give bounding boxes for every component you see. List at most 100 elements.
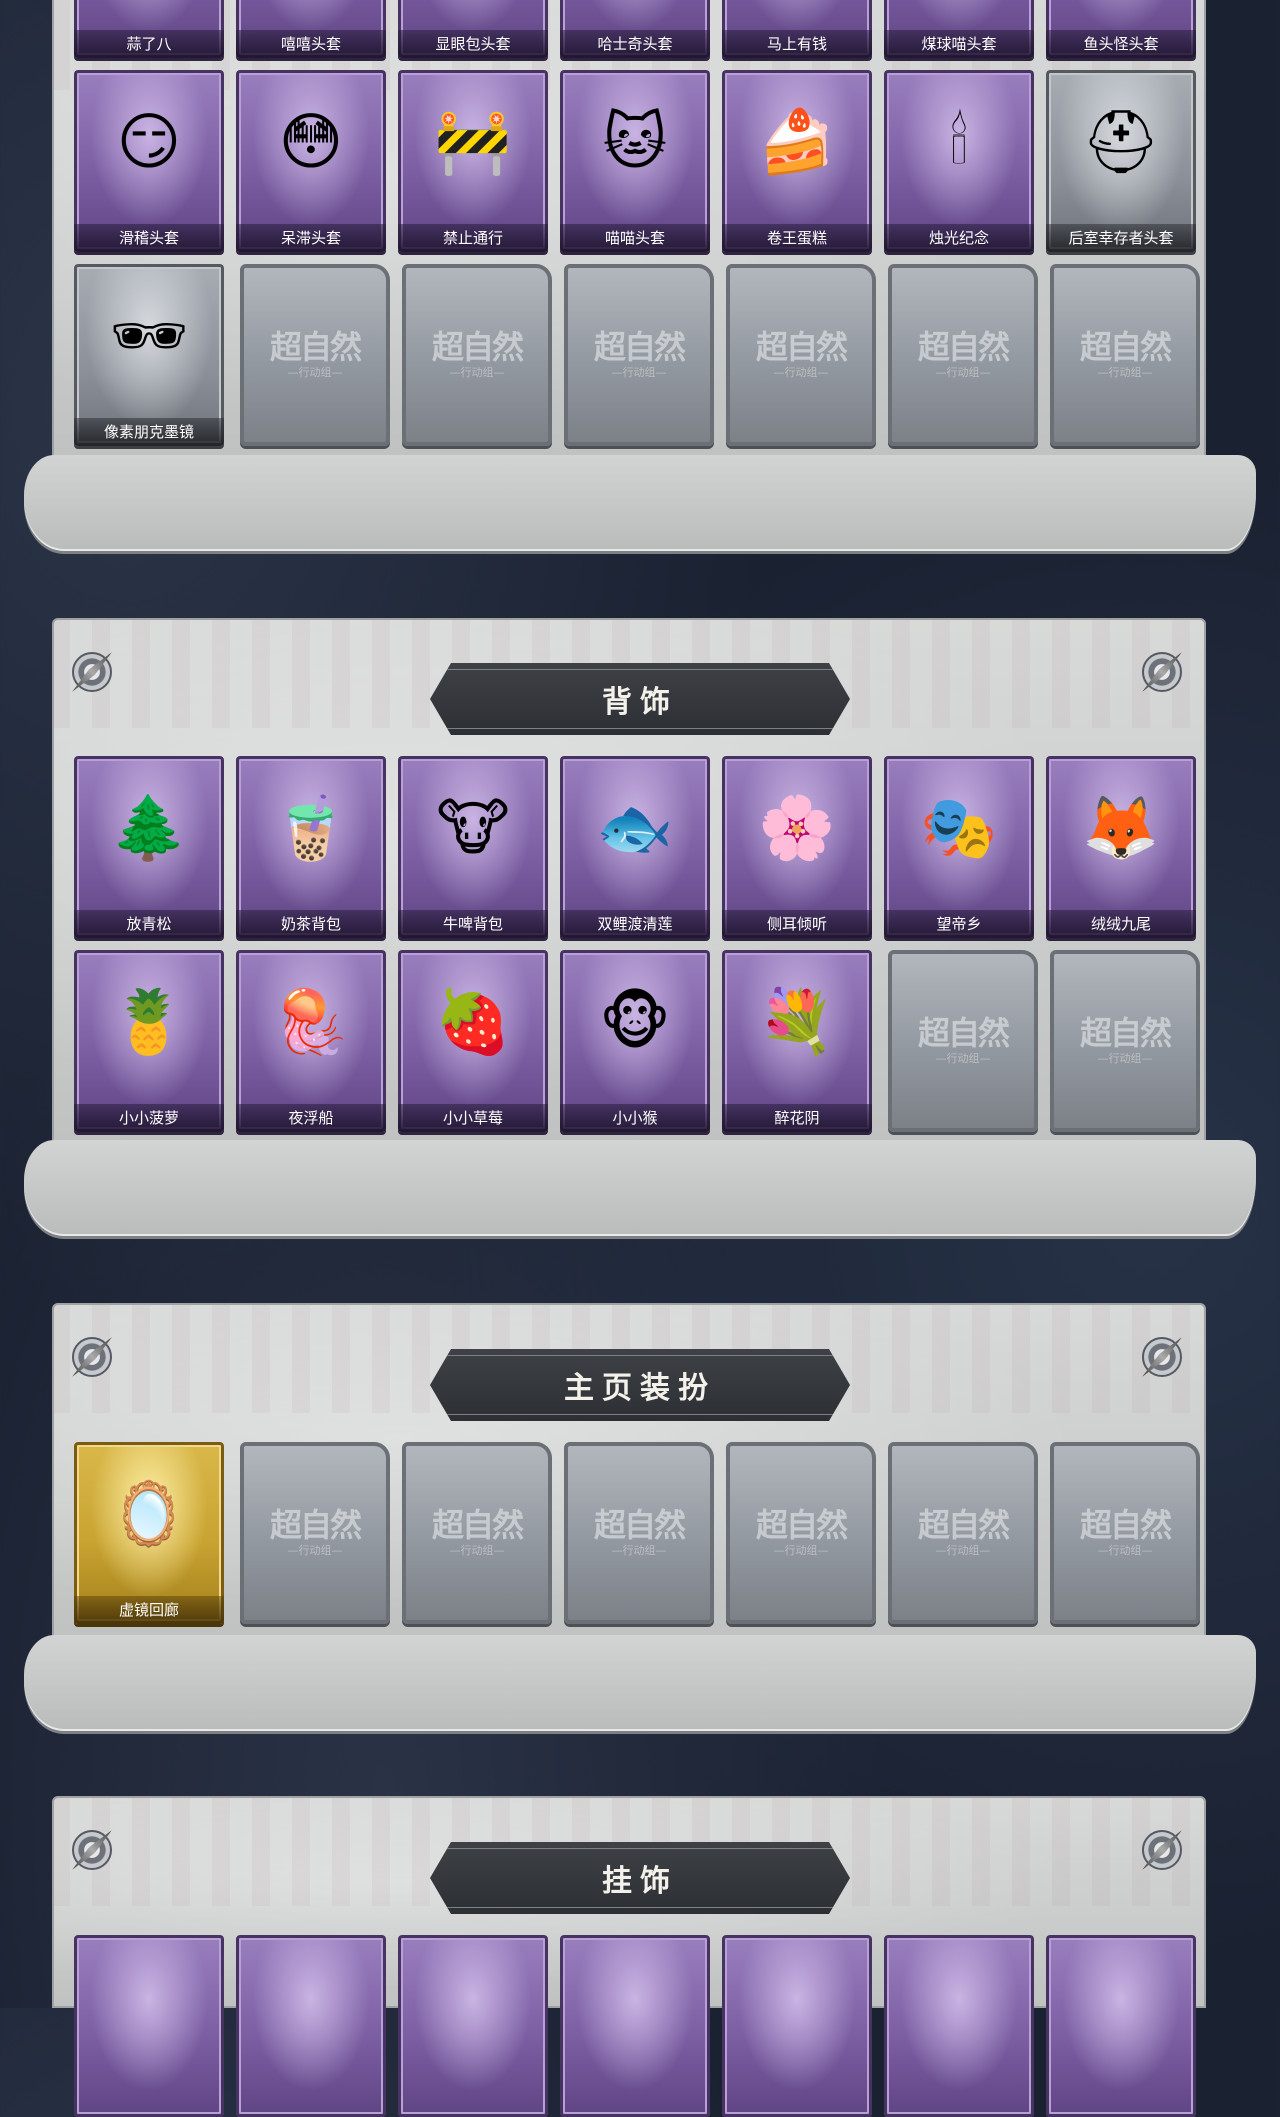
section-banner: 主页装扮	[430, 1349, 850, 1421]
koi-lotus-icon: 🐟	[596, 791, 674, 864]
item-label: 小小菠萝	[74, 1104, 224, 1132]
watermark-sub: —行动组—	[773, 366, 829, 379]
item-card[interactable]	[722, 1935, 872, 2117]
item-card[interactable]: 🦊 绒绒九尾	[1046, 756, 1196, 938]
nine-tail-fox-icon: 🦊	[1082, 791, 1160, 864]
empty-slot: 超自然 —行动组—	[240, 264, 390, 446]
item-card[interactable]: 🚧 禁止通行	[398, 70, 548, 252]
item-card[interactable]: 🎭 望帝乡	[884, 756, 1034, 938]
item-card[interactable]: 煤球喵头套	[884, 0, 1034, 58]
opera-character-icon: 🎭	[920, 791, 998, 864]
item-card[interactable]: 🕶 像素朋克墨镜	[74, 264, 224, 446]
item-card[interactable]	[560, 1935, 710, 2117]
section-title: 挂饰	[602, 1864, 678, 1899]
item-card[interactable]	[236, 1935, 386, 2117]
item-card[interactable]	[398, 1935, 548, 2117]
watermark-sub: —行动组—	[1097, 1052, 1153, 1065]
item-card[interactable]: ⛑ 后室幸存者头套	[1046, 70, 1196, 252]
watermark-sub: —行动组—	[611, 1544, 667, 1557]
item-card[interactable]: 🍍 小小菠萝	[74, 950, 224, 1132]
empty-slot: 超自然 —行动组—	[888, 950, 1038, 1132]
item-label: 绒绒九尾	[1046, 910, 1196, 938]
item-card[interactable]: 😳 呆滞头套	[236, 70, 386, 252]
section-banner: 挂饰	[430, 1842, 850, 1914]
empty-slot: 超自然 —行动组—	[402, 1442, 552, 1624]
item-card[interactable]: 🐟 双鲤渡清莲	[560, 756, 710, 938]
item-card[interactable]: 🐱 喵喵头套	[560, 70, 710, 252]
empty-slot: 超自然 —行动组—	[726, 1442, 876, 1624]
item-card[interactable]: 马上有钱	[722, 0, 872, 58]
watermark-logo: 超自然	[917, 1506, 1010, 1544]
watermark-logo: 超自然	[917, 328, 1010, 366]
item-card[interactable]: 🌸 侧耳倾听	[722, 756, 872, 938]
item-card[interactable]: 蒜了八	[74, 0, 224, 58]
watermark-sub: —行动组—	[287, 366, 343, 379]
compass-ornament-icon	[1142, 1337, 1182, 1377]
item-label: 醉花阴	[722, 1104, 872, 1132]
item-label: 蒜了八	[74, 30, 224, 58]
item-label: 显眼包头套	[398, 30, 548, 58]
item-card[interactable]: 🧋 奶茶背包	[236, 756, 386, 938]
watermark-logo: 超自然	[431, 1506, 524, 1544]
pineapple-doll-icon: 🍍	[110, 985, 188, 1058]
mirror-card-icon: 🪞	[110, 1477, 188, 1550]
item-card[interactable]: 🌲 放青松	[74, 756, 224, 938]
jellyfish-icon: 🪼	[272, 985, 350, 1058]
beer-barrel-cow-icon: 🐮	[436, 791, 510, 864]
item-label: 卷王蛋糕	[722, 224, 872, 252]
watermark-sub: —行动组—	[449, 1544, 505, 1557]
item-card[interactable]: 嘻嘻头套	[236, 0, 386, 58]
item-card[interactable]: 🐵 小小猴	[560, 950, 710, 1132]
watermark-sub: —行动组—	[287, 1544, 343, 1557]
flower-fan-icon: 💐	[758, 985, 836, 1058]
item-card[interactable]: 鱼头怪头套	[1046, 0, 1196, 58]
watermark-sub: —行动组—	[1097, 366, 1153, 379]
item-card[interactable]: 😏 滑稽头套	[74, 70, 224, 252]
watermark-sub: —行动组—	[449, 366, 505, 379]
item-label: 煤球喵头套	[884, 30, 1034, 58]
watermark-logo: 超自然	[431, 328, 524, 366]
milk-tea-backpack-icon: 🧋	[272, 791, 350, 864]
pixel-sunglasses-icon: 🕶	[109, 299, 189, 372]
item-card[interactable]: 🍰 卷王蛋糕	[722, 70, 872, 252]
compass-ornament-icon	[1142, 1830, 1182, 1870]
item-label: 鱼头怪头套	[1046, 30, 1196, 58]
item-card[interactable]: 🪞 虚镜回廊	[74, 1442, 224, 1624]
watermark-logo: 超自然	[1079, 1506, 1172, 1544]
scroll-bottom-edge	[24, 455, 1256, 551]
item-card[interactable]	[74, 1935, 224, 2117]
compass-ornament-icon	[72, 1337, 112, 1377]
item-card[interactable]	[884, 1935, 1034, 2117]
empty-slot: 超自然 —行动组—	[564, 1442, 714, 1624]
item-card[interactable]: 🕯 烛光纪念	[884, 70, 1034, 252]
watermark-logo: 超自然	[593, 1506, 686, 1544]
monkey-doll-icon: 🐵	[599, 985, 671, 1058]
watermark-logo: 超自然	[917, 1014, 1010, 1052]
item-label: 呆滞头套	[236, 224, 386, 252]
strawberry-doll-icon: 🍓	[434, 985, 512, 1058]
item-card[interactable]: 🪼 夜浮船	[236, 950, 386, 1132]
item-card[interactable]: 💐 醉花阴	[722, 950, 872, 1132]
item-label: 虚镜回廊	[74, 1596, 224, 1624]
item-card[interactable]	[1046, 1935, 1196, 2117]
watermark-logo: 超自然	[1079, 328, 1172, 366]
empty-slot: 超自然 —行动组—	[240, 1442, 390, 1624]
section-banner: 背饰	[430, 663, 850, 735]
empty-slot: 超自然 —行动组—	[888, 1442, 1038, 1624]
watermark-sub: —行动组—	[935, 1052, 991, 1065]
scroll-bottom-edge	[24, 1635, 1256, 1731]
item-label: 喵喵头套	[560, 224, 710, 252]
empty-slot: 超自然 —行动组—	[1050, 264, 1200, 446]
item-label: 放青松	[74, 910, 224, 938]
gas-mask-helmet-icon: ⛑	[1081, 105, 1161, 178]
item-card[interactable]: 🍓 小小草莓	[398, 950, 548, 1132]
item-card[interactable]: 哈士奇头套	[560, 0, 710, 58]
section-title: 主页装扮	[564, 1371, 716, 1406]
watermark-sub: —行动组—	[935, 366, 991, 379]
item-card[interactable]: 🐮 牛啤背包	[398, 756, 548, 938]
item-label: 小小草莓	[398, 1104, 548, 1132]
watermark-sub: —行动组—	[773, 1544, 829, 1557]
item-card[interactable]: 显眼包头套	[398, 0, 548, 58]
item-label: 望帝乡	[884, 910, 1034, 938]
empty-slot: 超自然 —行动组—	[1050, 950, 1200, 1132]
